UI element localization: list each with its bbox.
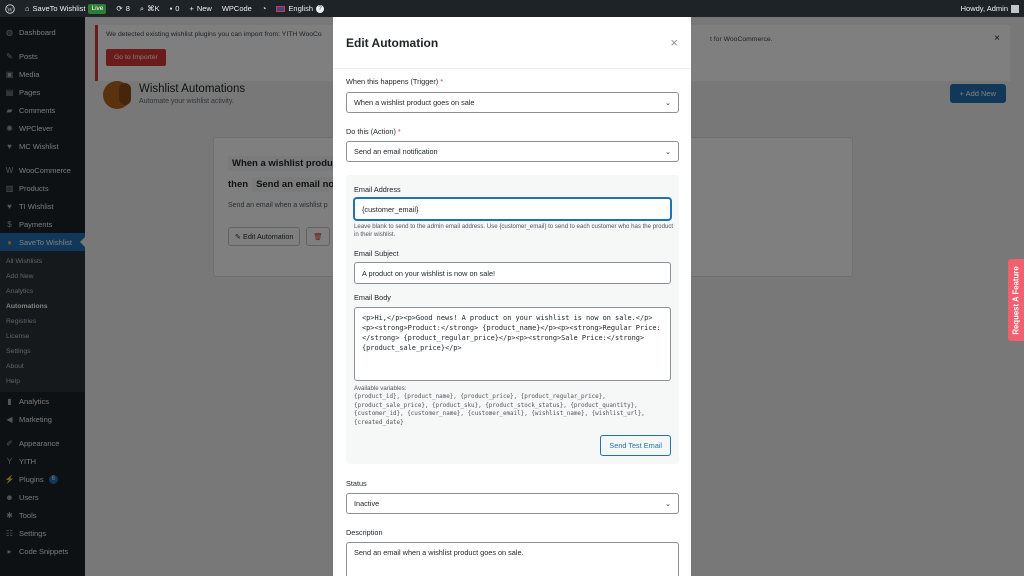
email-subject-label: Email Subject	[354, 249, 399, 258]
required-mark: *	[440, 77, 444, 86]
new-label: New	[196, 4, 212, 13]
performance-icon[interactable]: ◔	[257, 0, 272, 17]
send-test-email-button[interactable]: Send Test Email	[600, 435, 671, 456]
email-address-input[interactable]: {customer_email}	[354, 198, 671, 220]
modal-title: Edit Automation	[346, 35, 439, 50]
email-settings-panel: Email Address {customer_email} Leave bla…	[346, 175, 679, 464]
request-feature-tab[interactable]: Request A Feature	[1008, 259, 1024, 341]
email-body-textarea[interactable]: <p>Hi,</p><p>Good news! A product on you…	[354, 307, 671, 381]
updates-icon: ⟳	[116, 4, 123, 13]
description-textarea[interactable]: Send an email when a wishlist product go…	[346, 542, 679, 576]
action-value: Send an email notification	[354, 147, 438, 156]
new-content-link[interactable]: + New	[184, 0, 216, 17]
variables-label: Available variables:	[354, 385, 407, 392]
chevron-down-icon: ⌄	[665, 500, 671, 508]
admin-bar: W ⌂ SaveTo Wishlist Live ⟳ 8 ⌕ ⌘K ▪ 0 + …	[0, 0, 1024, 17]
email-address-label: Email Address	[354, 185, 401, 194]
close-icon[interactable]: ×	[670, 35, 678, 50]
email-address-value: {customer_email}	[362, 204, 419, 214]
command-shortcut: ⌘K	[147, 4, 160, 13]
description-value: Send an email when a wishlist product go…	[354, 548, 524, 557]
wpcode-link[interactable]: WPCode	[217, 0, 257, 17]
site-name-link[interactable]: ⌂ SaveTo Wishlist Live	[20, 0, 111, 17]
status-select[interactable]: Inactive ⌄	[346, 493, 679, 514]
comments-count: 0	[175, 4, 180, 13]
home-icon: ⌂	[25, 4, 30, 13]
greeting: Howdy, Admin	[960, 4, 1008, 13]
trigger-label-text: When this happens (Trigger)	[346, 77, 439, 86]
email-address-help: Leave blank to send to the admin email a…	[354, 223, 674, 238]
email-subject-input[interactable]: A product on your wishlist is now on sal…	[354, 262, 671, 284]
live-badge: Live	[88, 3, 107, 14]
plus-icon: +	[189, 4, 194, 13]
request-feature-label: Request A Feature	[1011, 265, 1021, 335]
action-label: Do this (Action) *	[346, 127, 401, 136]
chevron-down-icon: ⌄	[665, 148, 671, 156]
updates-link[interactable]: ⟳ 8	[111, 0, 134, 17]
description-label: Description	[346, 528, 383, 537]
updates-count: 8	[125, 4, 130, 13]
modal-header: Edit Automation ×	[333, 17, 691, 69]
wpcode-label: WPCode	[221, 4, 252, 13]
status-label: Status	[346, 479, 367, 488]
command-palette-link[interactable]: ⌕ ⌘K	[135, 0, 165, 17]
trigger-select[interactable]: When a wishlist product goes on sale ⌄	[346, 92, 679, 113]
account-menu[interactable]: Howdy, Admin	[956, 0, 1024, 17]
avatar	[1011, 4, 1019, 13]
email-subject-value: A product on your wishlist is now on sal…	[362, 268, 496, 278]
wordpress-logo-icon[interactable]: W	[0, 0, 20, 17]
comments-link[interactable]: ▪ 0	[165, 0, 185, 17]
site-name: SaveTo Wishlist	[32, 4, 86, 13]
uk-flag-icon	[276, 5, 286, 12]
variables-list: {product_id}, {product_name}, {product_p…	[354, 394, 645, 426]
comment-icon: ▪	[169, 4, 173, 13]
edit-automation-modal: Edit Automation × When this happens (Tri…	[333, 17, 691, 576]
help-circle-icon: ?	[316, 4, 324, 13]
status-value: Inactive	[354, 499, 380, 508]
search-icon: ⌕	[139, 3, 145, 13]
email-body-label: Email Body	[354, 293, 391, 302]
trigger-value: When a wishlist product goes on sale	[354, 98, 475, 107]
action-label-text: Do this (Action)	[346, 127, 396, 136]
chevron-down-icon: ⌄	[665, 99, 671, 107]
trigger-label: When this happens (Trigger) *	[346, 77, 443, 86]
action-select[interactable]: Send an email notification ⌄	[346, 141, 679, 162]
required-mark: *	[397, 127, 401, 136]
svg-text:W: W	[7, 7, 13, 13]
language-label: English	[288, 4, 313, 13]
language-switcher[interactable]: English ?	[271, 0, 329, 17]
